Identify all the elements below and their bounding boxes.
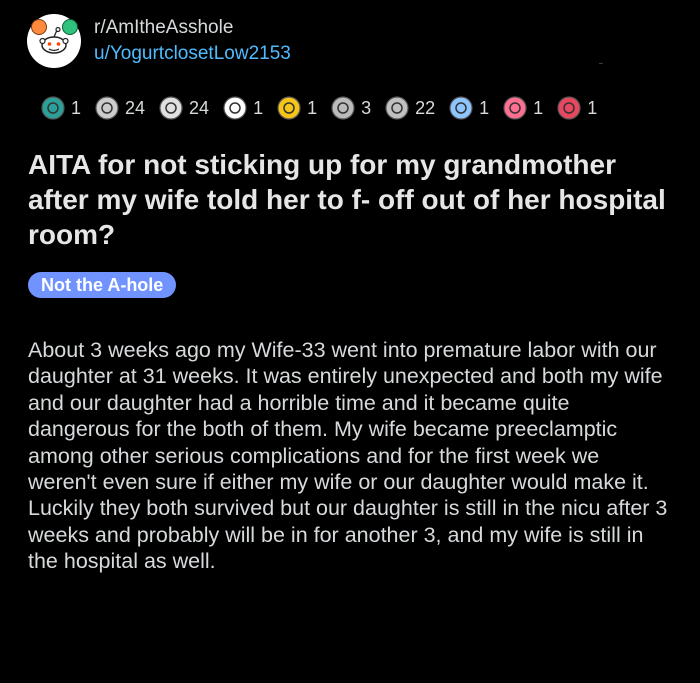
award-item[interactable]: 1 [448, 95, 489, 121]
subreddit-avatar[interactable] [27, 14, 81, 68]
snoo-award-icon [223, 96, 247, 120]
award-count: 24 [125, 97, 146, 118]
hug-award-icon [95, 96, 119, 120]
post-meta: r/AmItheAsshole u/YogurtclosetLow2153 [94, 16, 291, 66]
post-title: AITA for not sticking up for my grandmot… [28, 149, 666, 250]
award-item[interactable]: 1 [556, 95, 597, 121]
heart-eyes-award-icon [503, 96, 527, 120]
award-count: 1 [587, 97, 598, 118]
angel-award-icon [449, 96, 473, 120]
award-item[interactable]: 1 [502, 95, 543, 121]
award-item[interactable]: 22 [384, 95, 435, 121]
award-count: 1 [253, 97, 264, 118]
take-my-energy-award-icon [331, 96, 355, 120]
post-flair[interactable]: Not the A-hole [28, 272, 177, 298]
post-header: r/AmItheAsshole u/YogurtclosetLow2153 [27, 14, 291, 68]
award-item[interactable]: 3 [330, 95, 371, 121]
glow-award-icon [277, 96, 301, 120]
award-count: 24 [189, 97, 210, 118]
broken-heart-award-icon [557, 96, 581, 120]
award-item[interactable]: 24 [158, 95, 209, 121]
award-item[interactable]: 1 [40, 95, 81, 121]
award-count: 1 [479, 97, 490, 118]
award-count: 1 [533, 97, 544, 118]
award-count: 1 [71, 97, 82, 118]
helpful-award-icon [41, 96, 65, 120]
subreddit-name[interactable]: r/AmItheAsshole [94, 16, 291, 40]
wholesome-award-icon [159, 96, 183, 120]
award-item[interactable]: 1 [276, 95, 317, 121]
silver-award-icon [385, 96, 409, 120]
author-username[interactable]: u/YogurtclosetLow2153 [94, 42, 291, 66]
divider [599, 63, 603, 64]
award-item[interactable]: 1 [222, 95, 263, 121]
avatar-badge-right-icon [62, 19, 78, 35]
post-body: About 3 weeks ago my Wife-33 went into p… [28, 338, 668, 574]
avatar-badge-left-icon [31, 19, 47, 35]
awards-row[interactable]: 1 24 24 1 1 3 22 1 1 1 [40, 93, 610, 123]
award-count: 3 [361, 97, 372, 118]
award-item[interactable]: 24 [94, 95, 145, 121]
award-count: 22 [415, 97, 436, 118]
award-count: 1 [307, 97, 318, 118]
